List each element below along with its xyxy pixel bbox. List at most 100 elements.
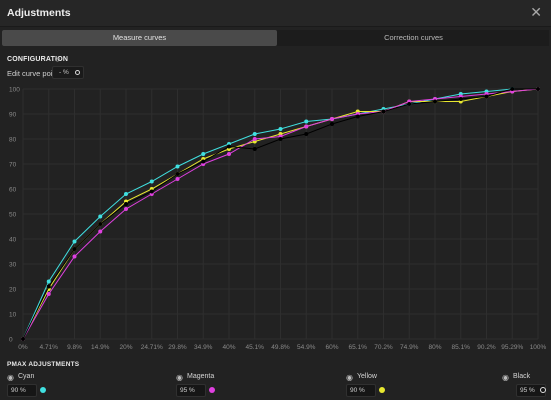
data-point-black [381,109,386,114]
data-point-cyan [201,152,206,156]
x-tick-label: 60% [325,344,338,351]
data-point-cyan [278,127,283,131]
pmax-adjustments-title: PMAX ADJUSTMENTS [7,361,80,368]
measure-curves-chart: 0 10 20 30 40 50 60 70 80 90 100 0% 4.71% 9.8% 14.9% 20… [9,87,547,352]
x-tick-label: 70.2% [374,344,393,351]
y-tick-label: 100 [9,87,20,94]
magenta-swatch-icon [209,387,215,393]
x-tick-label: 34.9% [194,344,213,351]
data-point-cyan [98,214,103,219]
data-point-black [330,122,334,126]
tab-measure-curves[interactable]: Measure curves [2,30,277,46]
data-point-cyan [175,164,180,169]
x-tick-label: 0% [18,344,28,351]
reset-icon[interactable]: ↻ [54,55,61,64]
y-tick-label: 10 [9,312,17,319]
pmax-magenta-input[interactable]: 95 % [176,384,206,397]
data-point-magenta [46,292,51,296]
pmax-magenta-value: 95 % [180,387,195,394]
x-tick-label: 49.8% [271,344,290,351]
x-tick-label: 45.1% [246,344,265,351]
y-tick-label: 90 [9,112,17,119]
data-point-cyan [304,119,309,124]
data-point-cyan [149,179,154,184]
eye-icon[interactable]: ◉ [346,373,353,382]
y-tick-label: 50 [9,212,17,219]
eye-icon[interactable]: ◉ [176,373,183,382]
y-tick-label: 60 [9,187,17,194]
tab-bar: Measure curves Correction curves [2,30,549,46]
pmax-yellow-input[interactable]: 90 % [346,384,376,397]
data-point-black [98,222,103,226]
data-point-black [304,132,309,136]
data-point-black [124,202,128,206]
pmax-black-value: 95 % [520,387,535,394]
x-tick-label: 74.9% [400,344,419,351]
data-point-magenta [124,207,128,211]
data-point-cyan [252,132,257,136]
cyan-swatch-icon [40,387,46,393]
data-point-black [46,284,51,289]
close-icon[interactable]: ✕ [530,4,542,21]
x-tick-label: 80% [428,344,441,351]
data-point-black [407,102,412,106]
y-tick-label: 30 [9,262,17,269]
ink-name-cyan: Cyan [18,373,35,380]
x-tick-label: 24.71% [141,344,163,351]
x-tick-label: 4.71% [40,344,59,351]
x-tick-label: 65.1% [349,344,368,351]
data-point-cyan [124,192,128,196]
data-point-magenta [175,177,180,181]
window-titlebar: Adjustments ✕ [0,0,551,27]
pmax-yellow-value: 90 % [350,387,365,394]
pmax-cyan-input[interactable]: 90 % [7,384,37,397]
x-tick-label: 90.2% [477,344,496,351]
eye-icon[interactable]: ◉ [7,373,14,382]
data-point-black [201,159,206,164]
data-point-magenta [304,124,309,129]
black-swatch-icon [540,387,546,393]
data-point-cyan [46,279,51,284]
data-point-magenta [98,229,103,234]
pmax-cyan-value: 90 % [11,387,26,394]
data-point-black [484,94,489,99]
ink-name-magenta: Magenta [187,373,215,380]
window-title: Adjustments [7,7,71,19]
y-tick-label: 20 [9,287,17,294]
data-point-black [510,87,515,91]
data-point-magenta [72,254,77,259]
x-tick-label: 95.29% [501,344,523,351]
x-tick-label: 29.8% [168,344,187,351]
ink-name-black: Black [513,373,531,380]
x-tick-label: 54.9% [297,344,316,351]
x-tick-label: 40% [222,344,235,351]
data-point-black [278,137,283,141]
yellow-swatch-icon [379,387,385,393]
data-point-black [355,114,360,119]
data-point-black [252,147,257,151]
data-point-black [149,189,154,194]
tab-correction-curves[interactable]: Correction curves [278,30,549,46]
ink-name-yellow: Yellow [357,373,377,380]
y-tick-label: 40 [9,237,17,244]
x-tick-label: 9.8% [67,344,82,351]
edit-curve-point-value: - % [59,69,69,76]
edit-curve-point-input[interactable]: - % [52,66,84,79]
x-tick-label: 85.1% [452,344,471,351]
data-point-black [458,97,463,101]
eye-icon[interactable]: ◉ [502,373,509,382]
data-point-black [21,337,25,341]
y-tick-label: 0 [9,337,13,344]
data-point-black [227,144,231,149]
data-point-magenta [330,117,334,121]
data-point-black [72,247,77,251]
y-tick-label: 70 [9,162,17,169]
data-point-black [433,99,437,104]
y-tick-label: 80 [9,137,17,144]
data-point-black [536,87,540,91]
edit-toggle-icon[interactable] [75,70,80,75]
edit-curve-point-label: Edit curve point [7,69,59,78]
data-point-cyan [72,239,77,244]
data-point-black [175,172,180,176]
data-point-magenta [227,152,231,156]
